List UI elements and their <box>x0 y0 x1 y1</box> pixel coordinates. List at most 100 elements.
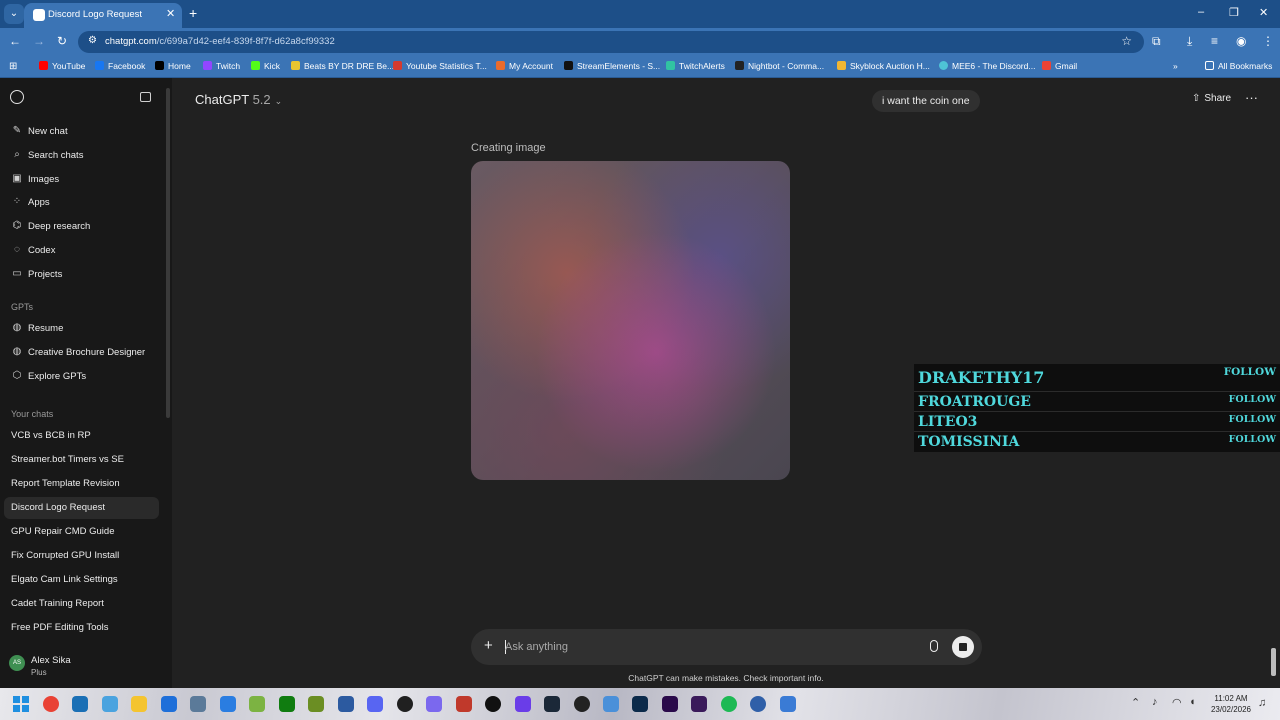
app-icon[interactable] <box>249 696 265 712</box>
chat-item[interactable]: Report Template Revision <box>4 473 159 495</box>
apps-grid-icon[interactable]: ⊞ <box>9 61 17 72</box>
new-tab-button[interactable]: + <box>189 5 197 21</box>
bookmark-twitchalerts[interactable]: TwitchAlerts <box>666 61 725 71</box>
wifi-icon[interactable]: ◠ <box>1172 696 1182 709</box>
volume-icon[interactable]: ◖ <box>1189 696 1196 708</box>
sidebar-item-codex[interactable]: ◌ Codex <box>0 240 160 262</box>
bookmark-my-account[interactable]: My Account <box>496 61 553 71</box>
sidebar-scrollbar[interactable] <box>166 88 170 418</box>
sidebar-item-brochure-designer[interactable]: ◍ Creative Brochure Designer <box>0 342 160 364</box>
obs-icon[interactable] <box>397 696 413 712</box>
notepad-icon[interactable] <box>603 696 619 712</box>
all-bookmarks[interactable]: All Bookmarks <box>1205 61 1272 71</box>
chat-item-active[interactable]: Discord Logo Request <box>4 497 159 519</box>
browser-tab-active[interactable]: Discord Logo Request ✕ <box>24 3 182 28</box>
close-tab-icon[interactable]: ✕ <box>166 7 175 20</box>
prompt-input[interactable] <box>505 637 885 657</box>
spotify-icon[interactable] <box>721 696 737 712</box>
chat-item[interactable]: Fix Corrupted GPU Install <box>4 545 159 567</box>
app-icon[interactable] <box>780 696 796 712</box>
notification-bell-icon[interactable]: ♫ <box>1258 697 1266 709</box>
chat-item[interactable]: Cadet Training Report <box>4 593 159 615</box>
app-icon[interactable] <box>72 696 88 712</box>
main-scrollbar[interactable] <box>1271 648 1276 676</box>
windows-start-icon[interactable] <box>13 696 29 712</box>
bookmark-youtube-statistics[interactable]: Youtube Statistics T... <box>393 61 487 71</box>
sidebar-item-resume[interactable]: ◍ Resume <box>0 318 160 340</box>
forward-icon[interactable]: → <box>33 34 45 48</box>
premiere-icon[interactable] <box>662 696 678 712</box>
bookmark-facebook[interactable]: Facebook <box>95 61 145 71</box>
chat-item[interactable]: VCB vs BCB in RP <box>4 425 159 447</box>
chat-item[interactable]: Elgato Cam Link Settings <box>4 569 159 591</box>
site-info-icon[interactable]: ⚙ <box>88 35 97 46</box>
bookmark-mee6[interactable]: MEE6 - The Discord... <box>939 61 1035 71</box>
model-selector[interactable]: ChatGPT 5.2 ⌄ <box>195 92 282 107</box>
sidebar-toggle-icon[interactable] <box>140 92 151 102</box>
bookmark-kick[interactable]: Kick <box>251 61 280 71</box>
bookmark-home[interactable]: Home <box>155 61 191 71</box>
sidebar-item-deep-research[interactable]: ⌬ Deep research <box>0 216 160 238</box>
sidebar-item-images[interactable]: ▣ Images <box>0 169 160 191</box>
profile-avatar-icon[interactable]: ◉ <box>1236 34 1246 48</box>
sidebar-item-projects[interactable]: ▭ Projects <box>0 264 160 286</box>
facebook-icon <box>95 61 104 70</box>
bookmark-youtube[interactable]: YouTube <box>39 61 85 71</box>
sidebar-item-search-chats[interactable]: ⌕ Search chats <box>0 145 160 167</box>
app-icon[interactable] <box>691 696 707 712</box>
close-window-icon[interactable]: ✕ <box>1259 6 1268 19</box>
app-icon[interactable] <box>426 696 442 712</box>
tray-overflow-icon[interactable]: ⌃ <box>1131 696 1140 709</box>
address-bar[interactable]: ⚙ chatgpt.com/c/699a7d42-eef4-839f-8f7f-… <box>78 31 1144 53</box>
sidebar-item-explore-gpts[interactable]: ⬡ Explore GPTs <box>0 366 160 388</box>
minecraft-icon[interactable] <box>308 696 324 712</box>
media-controls-icon[interactable]: ≡ <box>1211 34 1218 48</box>
app-icon[interactable] <box>220 696 236 712</box>
bookmark-star-icon[interactable]: ☆ <box>1121 34 1132 48</box>
security-icon[interactable] <box>161 696 177 712</box>
photoshop-icon[interactable] <box>632 696 648 712</box>
share-button[interactable]: ⇧ Share <box>1192 93 1231 104</box>
stop-generating-button[interactable] <box>952 636 974 658</box>
bookmark-skyblock[interactable]: Skyblock Auction H... <box>837 61 930 71</box>
bookmark-nightbot[interactable]: Nightbot - Comma... <box>735 61 824 71</box>
bookmark-gmail[interactable]: Gmail <box>1042 61 1077 71</box>
reload-icon[interactable]: ↻ <box>57 34 67 48</box>
chat-item[interactable]: GPU Repair CMD Guide <box>4 521 159 543</box>
minimize-icon[interactable]: – <box>1198 6 1204 18</box>
add-attachment-icon[interactable]: + <box>484 637 493 654</box>
xbox-icon[interactable] <box>279 696 295 712</box>
chat-item[interactable]: Streamer.bot Timers vs SE <box>4 449 159 471</box>
download-icon[interactable]: ⤓ <box>1187 34 1192 49</box>
back-icon[interactable]: ← <box>9 34 21 48</box>
system-clock[interactable]: 11:02 AM 23/02/2026 <box>1205 693 1257 715</box>
restore-icon[interactable]: ❐ <box>1229 6 1239 19</box>
app-icon[interactable] <box>750 696 766 712</box>
app-icon[interactable] <box>485 696 501 712</box>
microphone-tray-icon[interactable]: ♪ <box>1152 696 1158 708</box>
sidebar-item-new-chat[interactable]: ✎ New chat <box>0 121 160 143</box>
bookmarks-overflow-icon[interactable]: » <box>1173 61 1178 71</box>
chat-item[interactable]: Free PDF Editing Tools <box>4 617 159 639</box>
bookmark-twitch[interactable]: Twitch <box>203 61 240 71</box>
app-icon[interactable] <box>338 696 354 712</box>
extensions-icon[interactable]: ⧉ <box>1152 34 1161 49</box>
app-icon[interactable] <box>515 696 531 712</box>
sidebar-item-apps[interactable]: ⁘ Apps <box>0 192 160 214</box>
chatgpt-logo-icon[interactable] <box>10 90 24 104</box>
discord-icon[interactable] <box>367 696 383 712</box>
bookmark-streamelements[interactable]: StreamElements - S... <box>564 61 660 71</box>
settings-icon[interactable] <box>190 696 206 712</box>
bookmark-beats[interactable]: Beats BY DR DRE Be... <box>291 61 394 71</box>
user-profile-button[interactable]: AS Alex Sika Plus <box>0 648 172 682</box>
microphone-icon[interactable] <box>930 640 938 652</box>
chrome-icon[interactable] <box>43 696 59 712</box>
file-explorer-icon[interactable] <box>131 696 147 712</box>
app-icon[interactable] <box>456 696 472 712</box>
browser-menu-icon[interactable]: ⋮ <box>1262 34 1274 48</box>
app-icon[interactable] <box>102 696 118 712</box>
more-options-icon[interactable]: ··· <box>1245 90 1258 105</box>
tab-search-button[interactable]: ⌄ <box>4 4 24 24</box>
app-icon[interactable] <box>574 696 590 712</box>
steam-icon[interactable] <box>544 696 560 712</box>
